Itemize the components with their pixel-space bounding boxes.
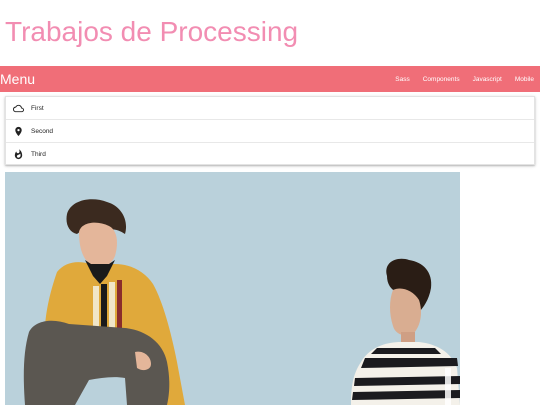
collapsible-item-first[interactable]: First [6, 97, 534, 120]
nav-link-sass[interactable]: Sass [395, 76, 409, 83]
nav-link-javascript[interactable]: Javascript [473, 76, 502, 83]
collapsible-item-second[interactable]: Second [6, 120, 534, 143]
cloud-icon [13, 103, 24, 114]
hero-photo [5, 172, 460, 405]
place-icon [13, 126, 24, 137]
navbar: Menu Sass Components Javascript Mobile [0, 66, 540, 92]
nav-links: Sass Components Javascript Mobile [382, 66, 534, 92]
photo-illustration [5, 172, 460, 405]
collapsible-item-label: First [31, 104, 44, 112]
collapsible-list: First Second Third [5, 96, 535, 165]
whatshot-icon [13, 149, 24, 160]
page-title: Trabajos de Processing [5, 16, 299, 47]
nav-link-mobile[interactable]: Mobile [515, 76, 534, 83]
collapsible-item-label: Third [31, 151, 46, 158]
nav-link-components[interactable]: Components [423, 76, 460, 83]
brand-logo[interactable]: Menu [0, 70, 35, 88]
collapsible-item-label: Second [31, 127, 54, 135]
collapsible-item-third[interactable]: Third [6, 143, 534, 166]
